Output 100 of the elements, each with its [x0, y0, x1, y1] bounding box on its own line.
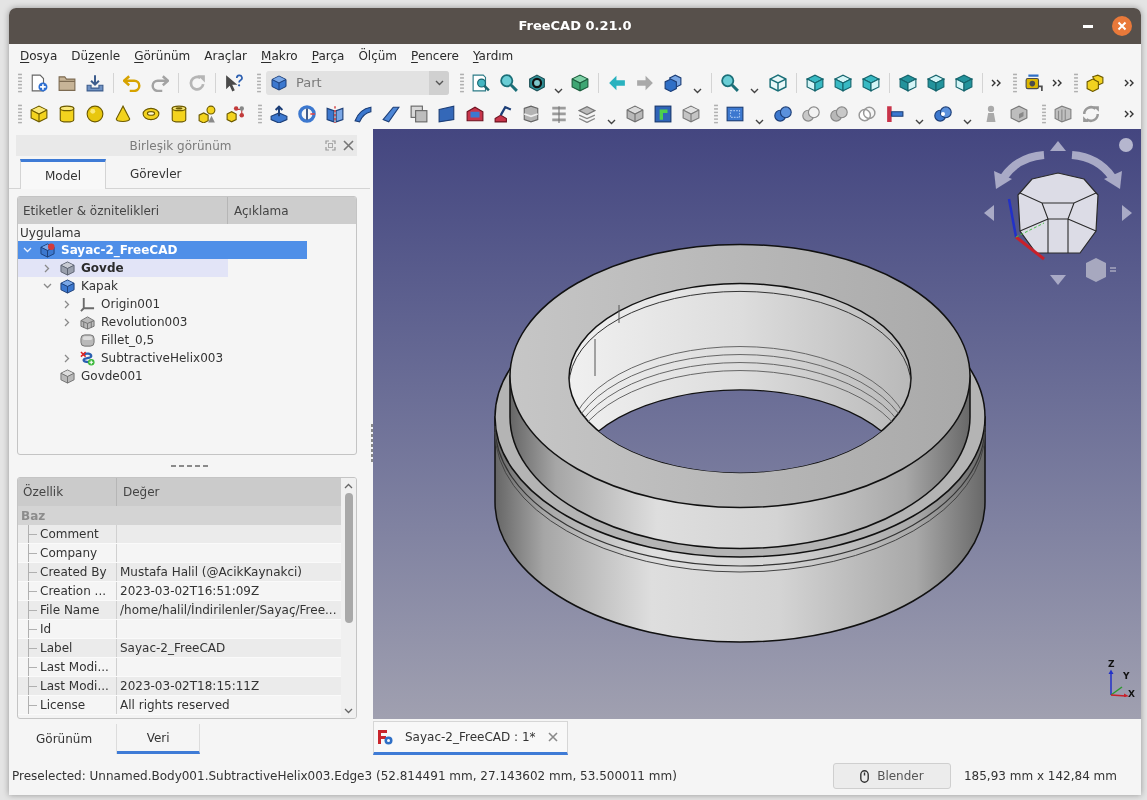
menu-item[interactable]: Parça — [308, 45, 348, 66]
chevron-down-icon[interactable] — [344, 708, 353, 714]
solid-block-icon[interactable] — [466, 104, 484, 123]
caret-icon[interactable] — [754, 118, 764, 125]
tree-item[interactable]: Kapak — [18, 277, 307, 295]
menu-item[interactable]: Görünüm — [131, 45, 194, 66]
menu-item[interactable]: Dosya — [17, 45, 61, 66]
tube-icon[interactable] — [170, 104, 188, 123]
caret-icon[interactable] — [692, 87, 702, 94]
cube-face-icon[interactable] — [927, 73, 945, 92]
tree-item[interactable]: Origin001 — [18, 295, 307, 313]
caret-icon[interactable] — [554, 87, 563, 94]
caret-icon[interactable] — [914, 118, 924, 125]
scrollbar[interactable] — [341, 478, 356, 718]
t-shape-icon[interactable] — [886, 104, 904, 123]
cylinder-icon[interactable] — [58, 104, 76, 123]
circular-arrows-icon[interactable] — [1082, 104, 1100, 123]
grip-icon[interactable] — [1042, 103, 1046, 124]
menu-item[interactable]: Ölçüm — [355, 45, 401, 66]
page-magnifier-icon[interactable] — [472, 73, 490, 92]
chevron-down-icon[interactable] — [42, 283, 52, 289]
splitter-handle[interactable] — [170, 465, 209, 467]
box-icon[interactable] — [682, 104, 700, 123]
chevron-right-icon[interactable] — [64, 353, 70, 363]
menu-item[interactable]: Düzenle — [68, 45, 124, 66]
tree-item[interactable]: SubtractiveHelix003 — [18, 349, 307, 367]
sheet-icon[interactable] — [382, 104, 400, 123]
slices-icon[interactable] — [550, 104, 568, 123]
path-icon[interactable] — [494, 104, 512, 123]
circle-axis-icon[interactable] — [298, 104, 316, 123]
cone-icon[interactable] — [114, 104, 132, 123]
minimize-icon[interactable] — [1083, 24, 1093, 28]
boxes-icon[interactable] — [1086, 73, 1104, 92]
cube-face-icon[interactable] — [955, 73, 973, 92]
magnifier-icon[interactable] — [721, 73, 739, 92]
grip-icon[interactable] — [257, 72, 261, 93]
tree-item[interactable]: Govde001 — [18, 367, 307, 385]
extrude-arrow-icon[interactable] — [270, 104, 288, 123]
curved-sheet-icon[interactable] — [354, 104, 372, 123]
close-icon[interactable] — [343, 140, 354, 151]
cube-nodes-icon[interactable] — [226, 104, 244, 123]
tab[interactable]: Veri — [117, 724, 201, 754]
wireframe-cube-icon[interactable] — [769, 73, 787, 92]
dashed-frame-icon[interactable] — [726, 104, 744, 123]
tab[interactable]: Görevler — [106, 159, 206, 188]
menu-item[interactable]: Makro — [258, 45, 301, 66]
cursor-question-icon[interactable] — [225, 73, 243, 92]
cubes-icon[interactable] — [664, 73, 682, 92]
spheres-icon[interactable] — [774, 104, 792, 123]
chevron-right-icon[interactable] — [64, 299, 70, 309]
menu-item[interactable]: Yardım — [469, 45, 517, 66]
caret-icon[interactable] — [962, 118, 972, 125]
squares-icon[interactable] — [410, 104, 428, 123]
tab[interactable]: Görünüm — [12, 724, 118, 754]
hexagon-icon[interactable] — [528, 73, 546, 92]
cube-face-icon[interactable] — [834, 73, 852, 92]
cube-icon[interactable] — [30, 104, 48, 123]
double-chevron-icon[interactable] — [1051, 78, 1062, 87]
chevron-right-icon[interactable] — [44, 263, 50, 273]
scrollbar-thumb[interactable] — [344, 493, 353, 623]
menu-item[interactable]: Araçlar — [201, 45, 250, 66]
caret-icon[interactable] — [749, 87, 759, 94]
grip-icon[interactable] — [460, 72, 464, 93]
grip-icon[interactable] — [714, 103, 718, 124]
chevron-right-icon[interactable] — [64, 317, 70, 327]
double-chevron-icon[interactable] — [1123, 109, 1134, 118]
grip-icon[interactable] — [18, 103, 22, 124]
tray-arrow-icon[interactable] — [86, 73, 104, 92]
grip-icon[interactable] — [1074, 72, 1078, 93]
sliced-box-icon[interactable] — [522, 104, 540, 123]
magnifier-icon[interactable] — [500, 73, 518, 92]
new-file-icon[interactable] — [30, 73, 48, 92]
cube-face-icon[interactable] — [806, 73, 824, 92]
circles-icon[interactable] — [934, 104, 952, 123]
3d-viewport[interactable]: Z Y X — [373, 129, 1141, 719]
chevron-up-icon[interactable] — [344, 483, 353, 489]
cube-face-icon[interactable] — [862, 73, 880, 92]
navigation-style-button[interactable]: Blender — [832, 763, 951, 789]
tab[interactable]: Model — [20, 159, 107, 189]
surface-icon[interactable] — [438, 104, 456, 123]
tile-icon[interactable] — [654, 104, 672, 123]
grip-icon[interactable] — [18, 72, 22, 93]
tape-measure-icon[interactable] — [1025, 73, 1043, 92]
splitter-handle[interactable] — [370, 424, 373, 462]
box-icon[interactable] — [1054, 104, 1072, 123]
document-tab[interactable]: Sayac-2_FreeCAD : 1* — [373, 721, 568, 755]
tree-item[interactable]: Revolution003 — [18, 313, 307, 331]
double-chevron-icon[interactable] — [1123, 78, 1134, 87]
tree-item[interactable]: Fillet_0,5 — [18, 331, 307, 349]
sphere-icon[interactable] — [86, 104, 104, 123]
caret-icon[interactable] — [606, 118, 616, 125]
layers-icon[interactable] — [578, 104, 596, 123]
mirror-icon[interactable] — [326, 104, 344, 123]
cube-icon[interactable] — [571, 73, 589, 92]
grip-icon[interactable] — [258, 103, 262, 124]
cube-face-icon[interactable] — [899, 73, 917, 92]
double-chevron-icon[interactable] — [990, 78, 1001, 87]
caret-icon[interactable] — [434, 79, 444, 86]
folder-icon[interactable] — [58, 73, 76, 92]
grip-icon[interactable] — [1013, 72, 1017, 93]
